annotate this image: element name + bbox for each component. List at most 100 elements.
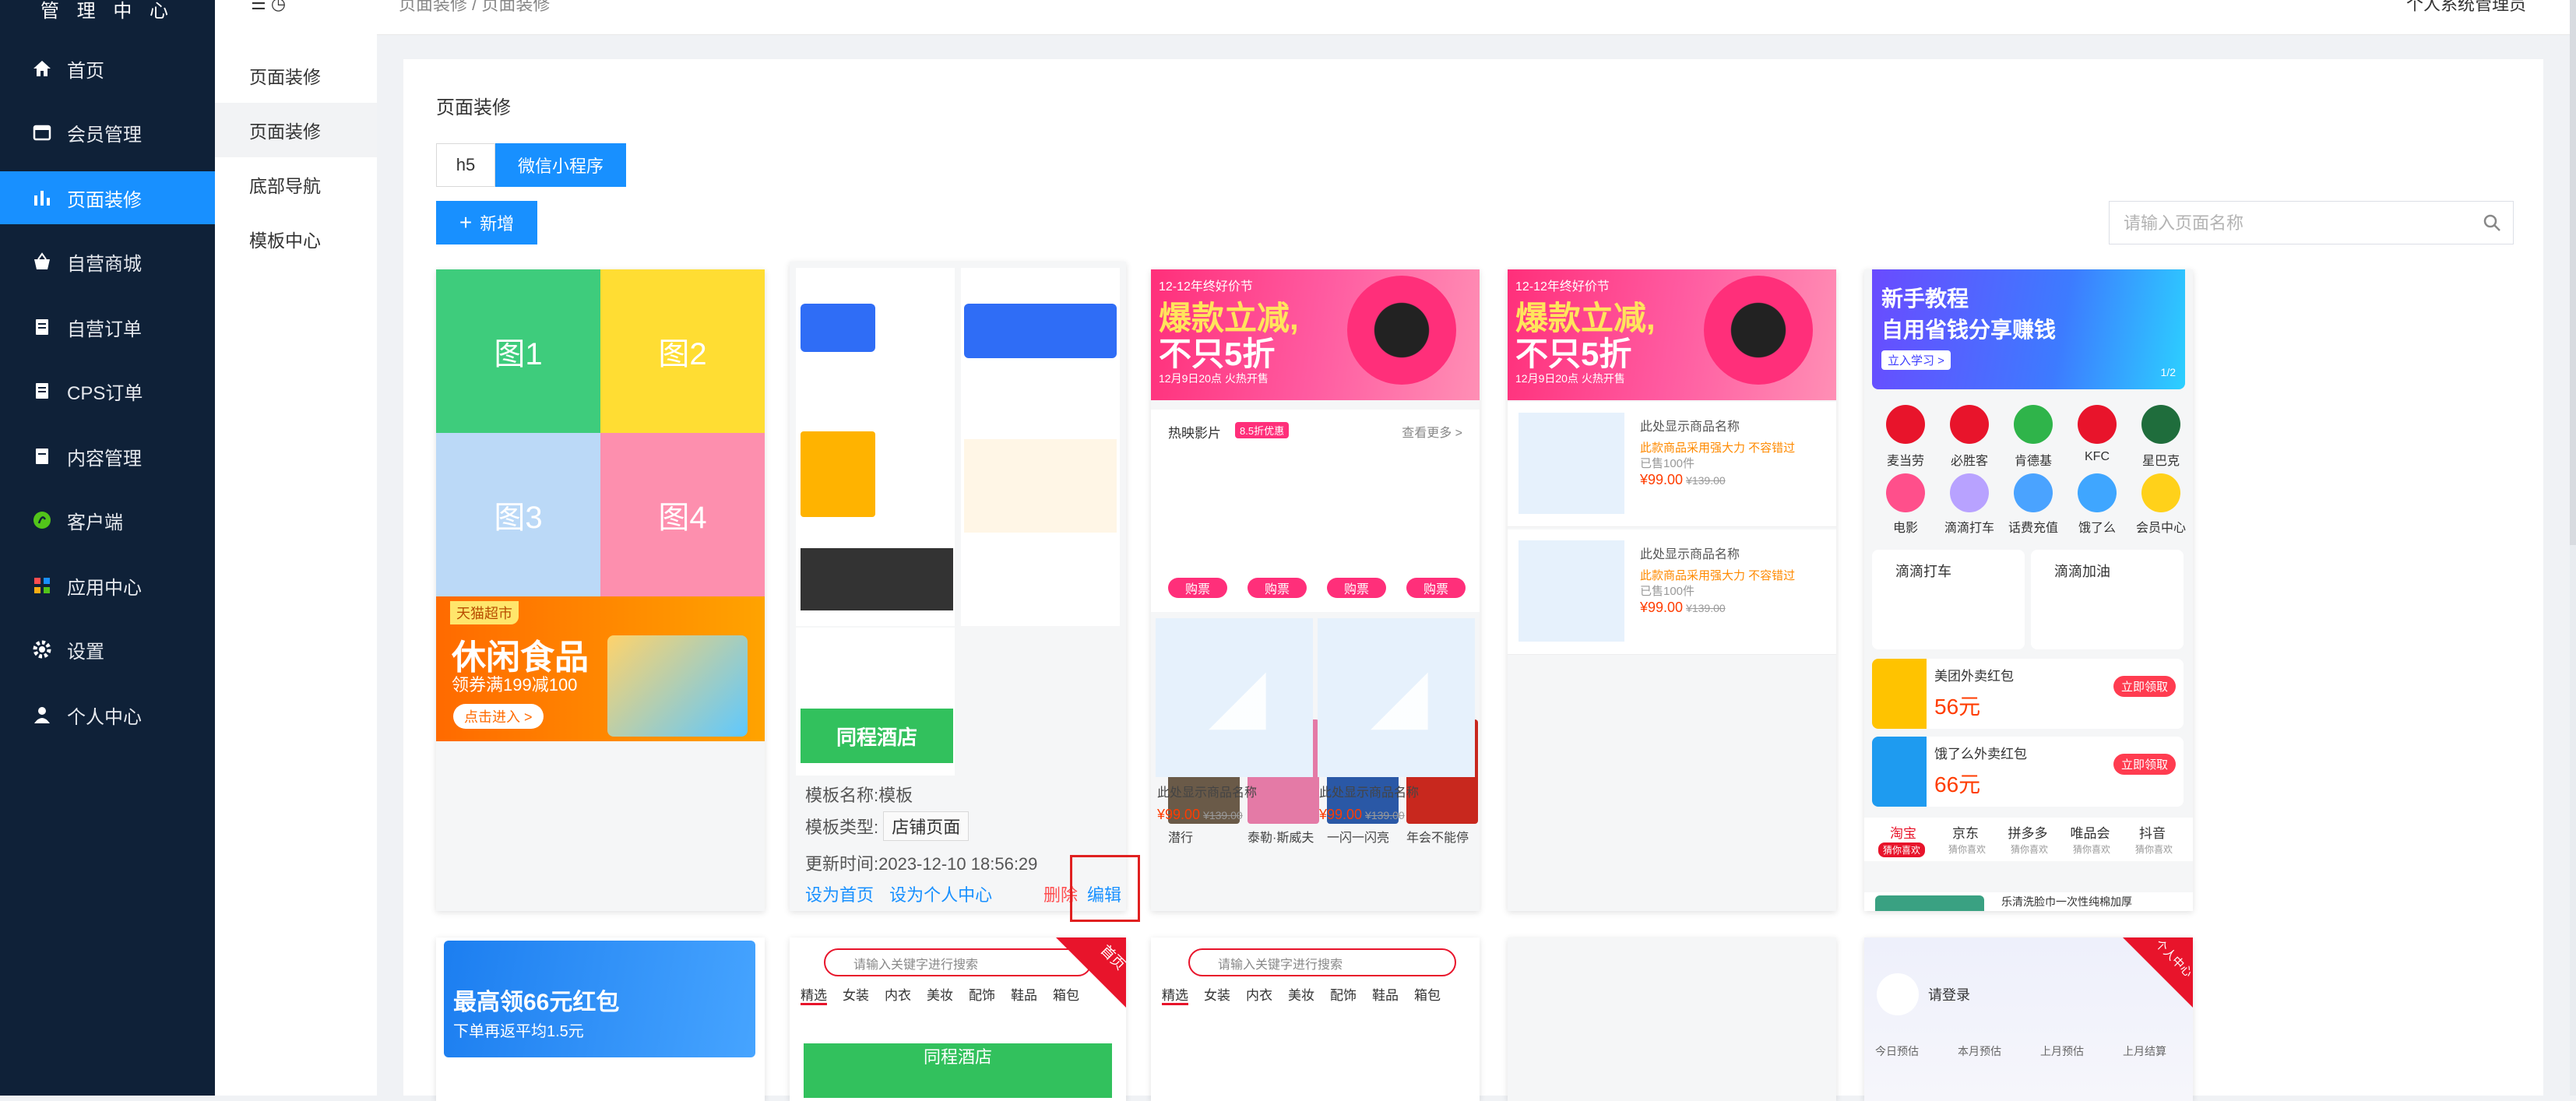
template-updated: 更新时间:2023-12-10 18:56:29 xyxy=(805,854,1038,874)
phone-preview-1 xyxy=(796,268,955,626)
tile-4: 图4 xyxy=(600,433,765,596)
template-card-9[interactable] xyxy=(1508,937,1836,1101)
movies-badge: 8.5折优惠 xyxy=(1235,422,1290,438)
breadcrumb: 页面装修 / 页面装修 xyxy=(399,0,551,14)
set-home-link[interactable]: 设为首页 xyxy=(805,885,874,905)
sidebar-item-member[interactable]: 会员管理 xyxy=(0,106,215,159)
add-button[interactable]: + 新增 xyxy=(436,201,537,244)
shortcut-icon[interactable] xyxy=(2078,405,2117,444)
shortcut-icon[interactable] xyxy=(1886,405,1925,444)
sidebar-item-label: 个人中心 xyxy=(67,706,142,728)
movies-more-link[interactable]: 查看更多 > xyxy=(1402,422,1462,441)
product-image-placeholder xyxy=(1318,618,1475,777)
page-scrollbar[interactable] xyxy=(2570,0,2576,1096)
sidebar-item-label: 应用中心 xyxy=(67,577,142,599)
template-card-10[interactable]: 个人中心 请登录 今日预估 本月预估 上月预估 上月结算 xyxy=(1864,937,2193,1101)
product-image-placeholder xyxy=(1519,413,1624,514)
template-card-2[interactable]: 同程酒店 模板名称:模板 模板类型: 店铺页面 更新时间:2023-12-10 … xyxy=(790,262,1126,911)
buy-ticket-button[interactable]: 购票 xyxy=(1406,578,1466,598)
shortcut-icon[interactable] xyxy=(1950,405,1989,444)
search-box xyxy=(2109,201,2514,244)
shortcut-icon[interactable] xyxy=(2014,405,2053,444)
shortcut-icon[interactable] xyxy=(2078,473,2117,512)
gear-icon xyxy=(30,637,55,662)
brand-title: 管 理 中 心 xyxy=(40,1,174,22)
tab-wechat-miniprogram[interactable]: 微信小程序 xyxy=(495,143,626,187)
sidebar-item-cps-orders[interactable]: CPS订单 xyxy=(0,364,215,417)
hotel-banner: 同程酒店 xyxy=(804,1043,1112,1098)
page-title: 页面装修 xyxy=(436,97,511,118)
basket-icon xyxy=(30,249,55,274)
subnav-item-page-decor[interactable]: 页面装修 xyxy=(215,48,377,103)
top-bar: ☰ ◷ 页面装修 / 页面装修 个人系统管理员 xyxy=(251,0,2576,35)
sidebar-item-content[interactable]: 内容管理 xyxy=(0,430,215,483)
product-item: 此处显示商品名称 此款商品采用强大力 不容错过 已售100件 ¥99.00 ¥13… xyxy=(1508,529,1836,655)
add-button-label: 新增 xyxy=(480,214,515,234)
sub-nav: 页面装修 页面装修 底部导航 模板中心 xyxy=(215,0,377,1096)
snack-banner: 天猫超市 休闲食品 领券满199减100 点击进入 > xyxy=(436,596,765,741)
search-icon[interactable] xyxy=(2482,213,2502,233)
preview-categories: 精选 女装 内衣 美妆 配饰 鞋品 箱包 xyxy=(1162,984,1473,1005)
template-card-1[interactable]: 图1 图2 图3 图4 天猫超市 休闲食品 领券满199减100 点击进入 > xyxy=(436,269,765,911)
subnav-item-page-decor-active[interactable]: 页面装修 xyxy=(215,103,377,157)
snack-enter: 点击进入 > xyxy=(453,704,544,729)
template-card-8[interactable]: 请输入关键字进行搜索 精选 女装 内衣 美妆 配饰 鞋品 箱包 xyxy=(1151,937,1480,1101)
bar-chart-icon xyxy=(30,185,55,210)
search-input[interactable] xyxy=(2122,208,2468,239)
sidebar-item-client[interactable]: 客户端 xyxy=(0,494,215,547)
sidebar-item-page-decor[interactable]: 页面装修 xyxy=(0,171,215,224)
claim-button[interactable]: 立即领取 xyxy=(2113,754,2176,775)
user-name[interactable]: 个人系统管理员 xyxy=(2406,0,2526,16)
hotel-banner: 同程酒店 xyxy=(801,709,953,763)
eleme-banner: 最高领66元红包 下单再返平均1.5元 xyxy=(444,941,755,1057)
sidebar-item-home[interactable]: 首页 xyxy=(0,42,215,95)
sidebar-item-settings[interactable]: 设置 xyxy=(0,623,215,676)
shortcut-icon[interactable] xyxy=(1950,473,1989,512)
home-icon xyxy=(30,56,55,81)
sidebar-item-label: 设置 xyxy=(67,641,104,663)
content-icon xyxy=(30,444,55,469)
tab-h5[interactable]: h5 xyxy=(436,143,495,187)
buy-ticket-button[interactable]: 购票 xyxy=(1248,578,1307,598)
scrollbar-thumb[interactable] xyxy=(2570,0,2576,545)
template-card-6[interactable]: 最高领66元红包 下单再返平均1.5元 xyxy=(436,937,765,1101)
sidebar-item-mall[interactable]: 自营商城 xyxy=(0,235,215,288)
sidebar-item-orders[interactable]: 自营订单 xyxy=(0,301,215,354)
product-image-placeholder xyxy=(1519,540,1624,642)
didi-taxi-card[interactable]: 滴滴打车 xyxy=(1872,550,2025,649)
template-name: 模板名称:模板 xyxy=(805,786,913,805)
template-card-4[interactable]: 12-12年终好价节 爆款立减, 不只5折 12月9日20点 火热开售 此处显示商… xyxy=(1508,269,1836,911)
subnav-item-templates[interactable]: 模板中心 xyxy=(215,212,377,266)
shortcut-icon[interactable] xyxy=(2141,473,2180,512)
buy-ticket-button[interactable]: 购票 xyxy=(1168,578,1227,598)
eleme-coupon: 饿了么外卖红包 66元 立即领取 xyxy=(1872,737,2184,807)
phone-preview-2 xyxy=(961,268,1120,626)
product-item: 此处显示商品名称 此款商品采用强大力 不容错过 已售100件 ¥99.00 ¥13… xyxy=(1508,402,1836,527)
login-link[interactable]: 请登录 xyxy=(1928,984,1970,1004)
sidebar-item-profile[interactable]: 个人中心 xyxy=(0,688,215,741)
sidebar-item-label: 客户端 xyxy=(67,512,123,533)
subnav-item-bottom-nav[interactable]: 底部导航 xyxy=(215,157,377,212)
buy-ticket-button[interactable]: 购票 xyxy=(1327,578,1386,598)
shortcut-icon[interactable] xyxy=(2014,473,2053,512)
template-type: 模板类型: 店铺页面 xyxy=(805,811,970,841)
preview-search-box: 请输入关键字进行搜索 xyxy=(824,948,1092,976)
avatar xyxy=(1877,973,1919,1015)
shortcut-icon[interactable] xyxy=(2141,405,2180,444)
menu-toggle-icon[interactable]: ☰ ◷ xyxy=(251,0,286,14)
preview-search-box: 请输入关键字进行搜索 xyxy=(1188,948,1456,976)
sidebar-item-label: 首页 xyxy=(67,60,104,82)
cps-order-icon xyxy=(30,378,55,403)
template-card-5[interactable]: 新手教程 自用省钱分享赚钱 立入学习 > 1/2 麦当劳 必胜客 肯德基 KFC… xyxy=(1864,269,2193,911)
template-card-7[interactable]: 请输入关键字进行搜索 首页 精选 女装 内衣 美妆 配饰 鞋品 箱包 同程酒店 xyxy=(790,937,1126,1101)
set-center-link[interactable]: 设为个人中心 xyxy=(889,885,992,905)
template-card-3[interactable]: 12-12年终好价节 爆款立减, 不只5折 12月9日20点 火热开售 热映影片 … xyxy=(1151,269,1480,911)
shortcut-icon[interactable] xyxy=(1886,473,1925,512)
claim-button[interactable]: 立即领取 xyxy=(2113,676,2176,697)
snack-sub: 领券满199减100 xyxy=(452,675,578,695)
didi-fuel-card[interactable]: 滴滴加油 xyxy=(2031,550,2184,649)
preview-categories: 精选 女装 内衣 美妆 配饰 鞋品 箱包 xyxy=(801,984,1120,1005)
sidebar-item-apps[interactable]: 应用中心 xyxy=(0,559,215,612)
order-icon xyxy=(30,315,55,339)
promo-banner: 12-12年终好价节 爆款立减, 不只5折 12月9日20点 火热开售 xyxy=(1508,269,1836,400)
